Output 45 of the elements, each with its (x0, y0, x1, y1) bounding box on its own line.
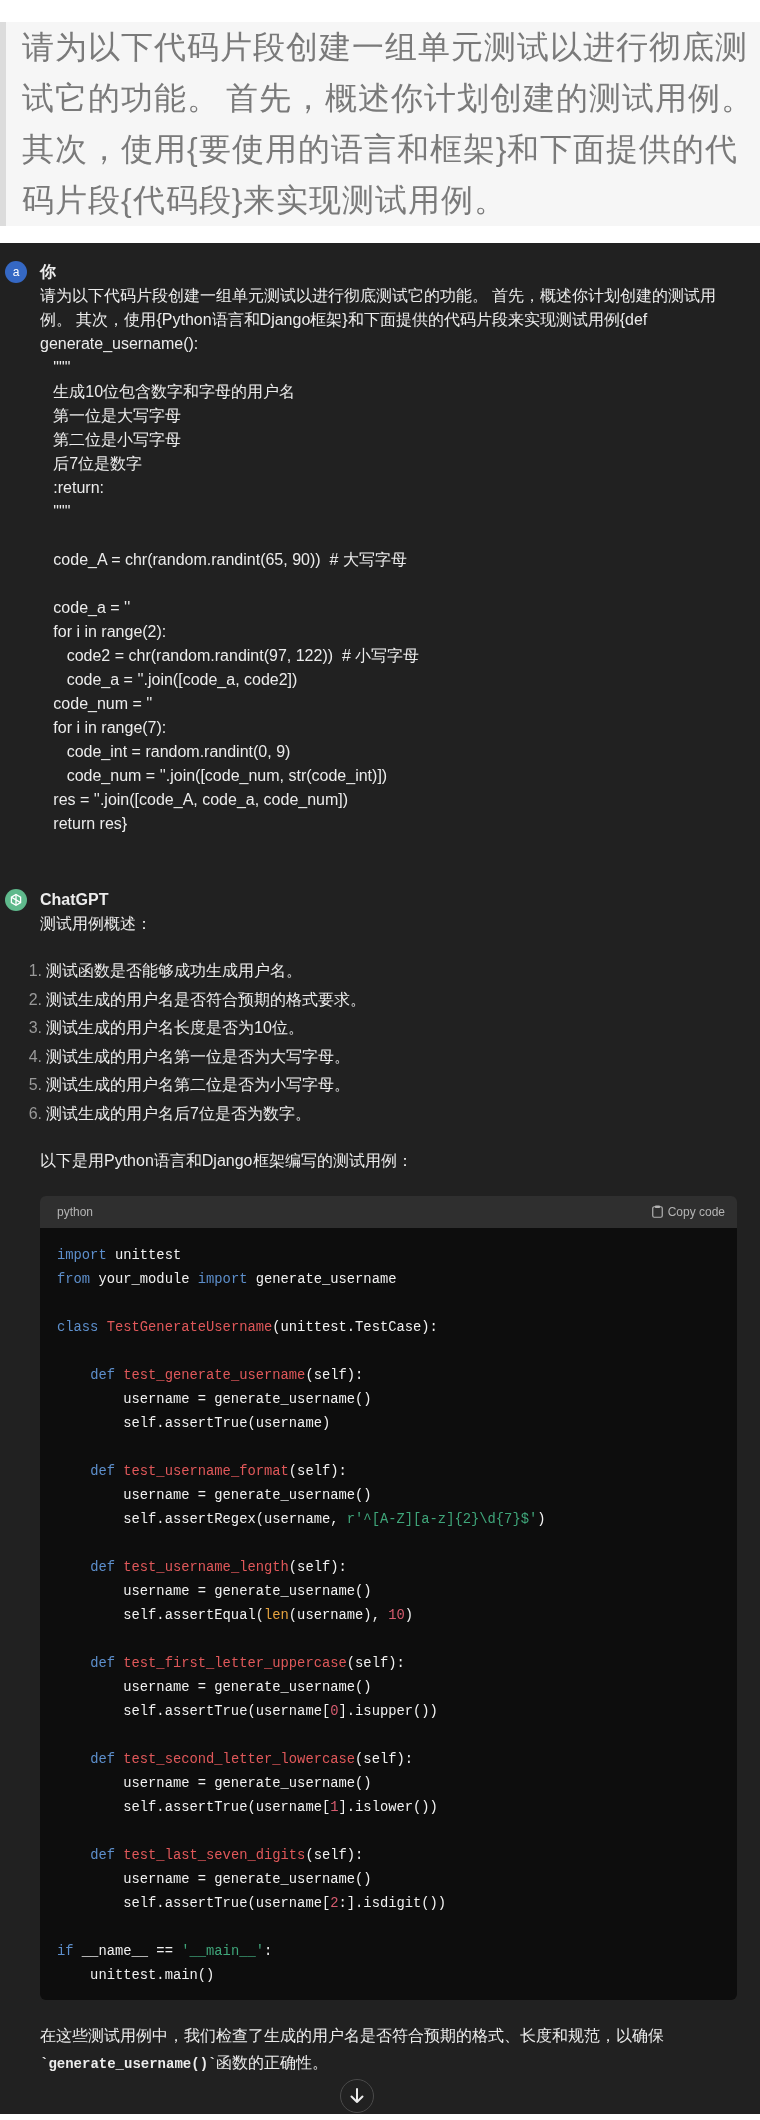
list-number: 5. (27, 1075, 42, 1096)
message-line: code_a = '' (52, 598, 132, 618)
copy-code-button[interactable]: Copy code (651, 1202, 725, 1221)
message-text: 在这些测试用例中，我们检查了生成的用户名是否符合预期的格式、长度和规范，以确保`generate_username()`函数的正确性。 (40, 2025, 665, 2074)
message-line: code_int = random.randint(0, 9) (65, 742, 292, 762)
list-number: 6. (27, 1103, 42, 1124)
list-item-text: 测试生成的用户名第二位是否为小写字母。 (46, 1075, 350, 1096)
message-line: """ (52, 502, 72, 522)
list-number: 1. (27, 961, 42, 981)
code-listing: import unittest from your_module import generate_username class TestGenerateUsername(unittest.TestCase): def test_generate_username(self): username = generate_username() self.assertTrue(username) def test_username_format(self): username = generate_username() self.assertRegex(username, r'^[A-Z][a-z]{2}\d{7}$') def test_username_length(self): username = generate_username() self.assertEqual(len(username), 10) def test_first_letter_uppercase(self): username = generate_username() self.assertTrue(username[0].isupper()) def test_second_letter_lowercase(self): username = generate_username() self.assertTrue(username[1].islower()) def test_last_seven_digits(self): username = generate_username() self.assertTrue(username[2:].isdigit()) if __name__ == '__main__': unittest.main() (40, 1227, 737, 2000)
message-line: 第一位是大写字母 (52, 406, 183, 426)
message-line: for i in range(7): (52, 718, 168, 738)
message-line: code_a = ''.join([code_a, code2]) (65, 670, 299, 690)
message-line: res = ''.join([code_A, code_a, code_num]) (52, 790, 350, 810)
list-item-text: 测试生成的用户名第一位是否为大写字母。 (46, 1046, 350, 1067)
author-name: ChatGPT (40, 890, 110, 910)
scroll-down-button[interactable] (340, 2078, 374, 2113)
clipboard-icon (651, 1205, 663, 1219)
list-item-text: 测试函数是否能够成功生成用户名。 (46, 961, 302, 981)
list-item-text: 测试生成的用户名长度是否为10位。 (46, 1018, 304, 1039)
list-number: 2. (27, 989, 42, 1010)
message-line: """ (52, 358, 72, 378)
list-number: 3. (27, 1018, 42, 1039)
section-label: 测试用例概述： (40, 914, 153, 934)
message-line: 第二位是小写字母 (52, 430, 183, 450)
list-item-text: 测试生成的用户名后7位是否为数字。 (46, 1103, 311, 1124)
user-avatar: a (5, 261, 27, 283)
logo-icon (5, 889, 27, 911)
message-line: code_num = '' (52, 694, 154, 714)
list-item-text: 测试生成的用户名是否符合预期的格式要求。 (46, 989, 366, 1010)
quote-text: 请为以下代码片段创建一组单元测试以进行彻底测试它的功能。 首先，概述你计划创建的测试用例。其次，使用{要使用的语言和框架}和下面提供的代码片段{代码段}来实现测试用例。 (21, 28, 755, 220)
message-line: 生成10位包含数字和字母的用户名 (52, 382, 297, 402)
message-line: 请为以下代码片段创建一组单元测试以进行彻底测试它的功能。 首先，概述你计划创建的测试用例。 其次，使用{Python语言和Django框架}和下面提供的代码片段来实现测试用例{def generate_username(): (40, 286, 718, 354)
message-text: 以下是用Python语言和Django框架编写的测试用例： (40, 1150, 414, 1171)
down-arrow-icon (350, 2087, 364, 2104)
message-line: :return: (52, 478, 106, 498)
message-line: code_A = chr(random.randint(65, 90)) # 大写字母 (52, 550, 408, 570)
message-line: code_num = ''.join([code_num, str(code_int)]) (65, 766, 389, 786)
message-line: code2 = chr(random.randint(97, 122)) # 小写字母 (65, 646, 421, 666)
message-line: 后7位是数字 (52, 454, 144, 474)
language-label: python (57, 1203, 94, 1221)
author-name: 你 (40, 262, 57, 282)
list-number: 4. (27, 1046, 42, 1067)
message-line: for i in range(2): (52, 622, 168, 642)
message-line: return res} (52, 814, 129, 834)
